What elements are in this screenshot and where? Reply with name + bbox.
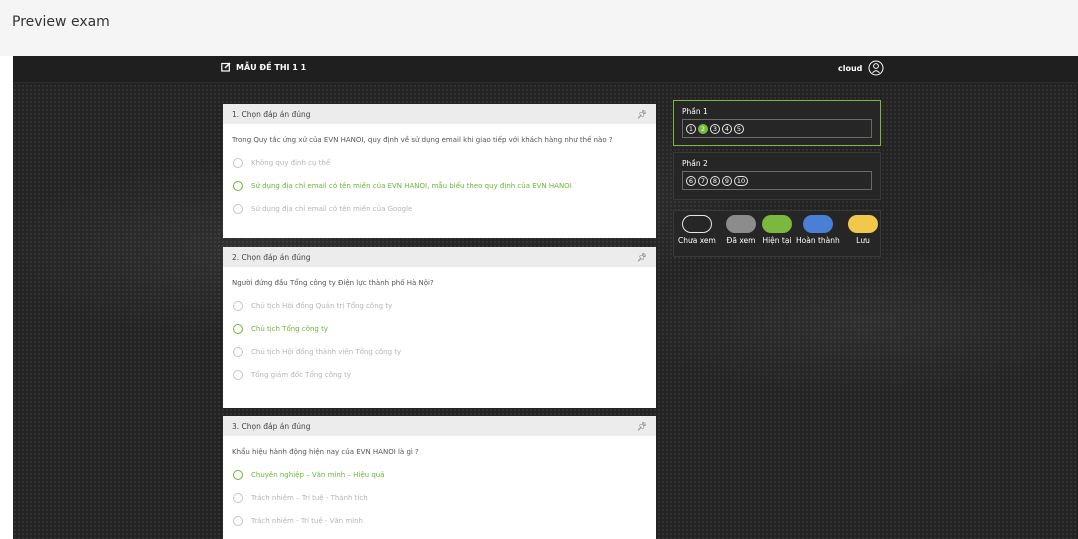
answer-option[interactable]: Chuyên nghiệp – Văn minh – Hiệu quả	[223, 463, 656, 486]
question-header: 3. Chọn đáp án đúng 📌︎	[223, 416, 656, 436]
radio-button[interactable]	[233, 180, 243, 191]
exam-toolbar: MẪU ĐỀ THI 1 1 cloud	[13, 56, 1078, 83]
question-card: 1. Chọn đáp án đúng 📌︎ Trong Quy tắc ứng…	[223, 104, 656, 238]
question-card: 3. Chọn đáp án đúng 📌︎ Khẩu hiệu hành độ…	[223, 416, 656, 539]
question-title: 3. Chọn đáp án đúng	[232, 421, 311, 431]
user-menu[interactable]: cloud	[838, 60, 884, 76]
answer-option[interactable]: Không quy định cụ thể	[223, 151, 656, 174]
legend-item: Lưu	[848, 215, 878, 245]
question-nav-button[interactable]: 5	[734, 123, 744, 134]
answer-option[interactable]: Sử dụng địa chỉ email có tên miền của Go…	[223, 197, 656, 220]
question-header: 2. Chọn đáp án đúng 📌︎	[223, 247, 656, 267]
legend-item: Đã xem	[726, 215, 756, 245]
answer-label: Chủ tịch Tổng công ty	[251, 324, 328, 333]
question-card: 2. Chọn đáp án đúng 📌︎ Người đứng đầu Tổ…	[223, 247, 656, 408]
answer-label: Trách nhiệm – Trí tuệ - Thành tích	[251, 493, 368, 502]
radio-button[interactable]	[233, 346, 243, 357]
answer-label: Chuyên nghiệp – Văn minh – Hiệu quả	[251, 470, 385, 479]
question-nav: 1 2 3 4 5	[682, 119, 872, 138]
legend-label: Chưa xem	[678, 236, 716, 245]
legend-swatch-completed	[802, 215, 833, 233]
question-nav-button[interactable]: 7	[698, 175, 708, 186]
legend-item: Hoàn thành	[796, 215, 840, 245]
answer-label: Chủ tịch Hội đồng Quản trị Tổng công ty	[251, 301, 393, 310]
page-title: Preview exam	[12, 14, 110, 30]
legend-label: Hoàn thành	[796, 236, 840, 245]
edit-icon	[221, 62, 231, 72]
answer-label: Chủ tịch Hội đồng thành viên Tổng công t…	[251, 347, 402, 356]
radio-button[interactable]	[233, 492, 243, 503]
answer-label: Sử dụng địa chỉ email có tên miền của EV…	[251, 181, 572, 190]
section-title: Phần 2	[682, 159, 708, 168]
question-nav-button[interactable]: 1	[686, 123, 696, 134]
answer-label: Sử dụng địa chỉ email có tên miền của Go…	[251, 204, 413, 213]
question-text: Trong Quy tắc ứng xử của EVN HANOI, quy …	[232, 136, 613, 144]
question-text: Người đứng đầu Tổng công ty Điện lực thà…	[232, 279, 434, 287]
answer-option[interactable]: Sử dụng địa chỉ email có tên miền của EV…	[223, 174, 656, 197]
question-nav-button[interactable]: 10	[734, 175, 748, 186]
question-title: 2. Chọn đáp án đúng	[232, 252, 311, 262]
answer-label: Không quy định cụ thể	[251, 158, 331, 167]
user-icon[interactable]	[868, 60, 884, 76]
legend-swatch-unviewed	[681, 215, 712, 233]
question-nav-button[interactable]: 2	[698, 123, 708, 134]
radio-button[interactable]	[233, 300, 243, 311]
exam-title-text: MẪU ĐỀ THI 1 1	[236, 62, 307, 72]
username: cloud	[838, 63, 863, 73]
exam-title: MẪU ĐỀ THI 1 1	[221, 62, 306, 72]
legend-label: Lưu	[856, 236, 870, 245]
answer-label: Trách nhiệm - Trí tuệ - Văn minh	[251, 516, 363, 525]
pin-icon[interactable]: 📌︎	[637, 110, 647, 119]
status-legend: Chưa xem Đã xem Hiện tại Hoàn thành Lưu	[673, 210, 881, 257]
answer-option[interactable]: Trách nhiệm – Trí tuệ - Thành tích	[223, 486, 656, 509]
legend-label: Hiện tại	[762, 236, 792, 245]
section-panel-1: Phần 1 1 2 3 4 5	[673, 100, 881, 146]
exam-area: MẪU ĐỀ THI 1 1 cloud 1. Chọn đáp án đúng…	[13, 56, 1078, 539]
legend-item: Hiện tại	[762, 215, 792, 245]
answer-option[interactable]: Chủ tịch Hội đồng Quản trị Tổng công ty	[223, 294, 656, 317]
legend-item: Chưa xem	[678, 215, 716, 245]
answer-option[interactable]: Chủ tịch Tổng công ty	[223, 317, 656, 340]
question-nav: 6 7 8 9 10	[682, 171, 872, 190]
question-nav-button[interactable]: 3	[710, 123, 720, 134]
question-nav-button[interactable]: 8	[710, 175, 720, 186]
section-panel-2: Phần 2 6 7 8 9 10	[673, 152, 881, 200]
legend-swatch-saved	[848, 215, 878, 233]
answer-option[interactable]: Chủ tịch Hội đồng thành viên Tổng công t…	[223, 340, 656, 363]
question-nav-button[interactable]: 6	[686, 175, 696, 186]
pin-icon[interactable]: 📌︎	[637, 422, 647, 431]
radio-button[interactable]	[233, 369, 243, 380]
legend-swatch-viewed	[726, 215, 756, 233]
top-header: Preview exam	[0, 0, 1078, 56]
answer-option[interactable]: Tổng giám đốc Tổng công ty	[223, 363, 656, 386]
question-text: Khẩu hiệu hành động hiện nay của EVN HAN…	[232, 448, 419, 456]
radio-button[interactable]	[233, 323, 243, 334]
question-nav-button[interactable]: 4	[722, 123, 732, 134]
question-nav-button[interactable]: 9	[722, 175, 732, 186]
radio-button[interactable]	[233, 469, 243, 480]
answer-option[interactable]: Trách nhiệm - Trí tuệ - Văn minh	[223, 509, 656, 532]
section-title: Phần 1	[682, 107, 708, 116]
radio-button[interactable]	[233, 157, 243, 168]
legend-label: Đã xem	[726, 236, 756, 245]
radio-button[interactable]	[233, 515, 243, 526]
answer-label: Tổng giám đốc Tổng công ty	[251, 370, 351, 379]
pin-icon[interactable]: 📌︎	[637, 253, 647, 262]
legend-swatch-current	[762, 215, 792, 233]
question-title: 1. Chọn đáp án đúng	[232, 109, 311, 119]
question-header: 1. Chọn đáp án đúng 📌︎	[223, 104, 656, 124]
radio-button[interactable]	[233, 203, 243, 214]
